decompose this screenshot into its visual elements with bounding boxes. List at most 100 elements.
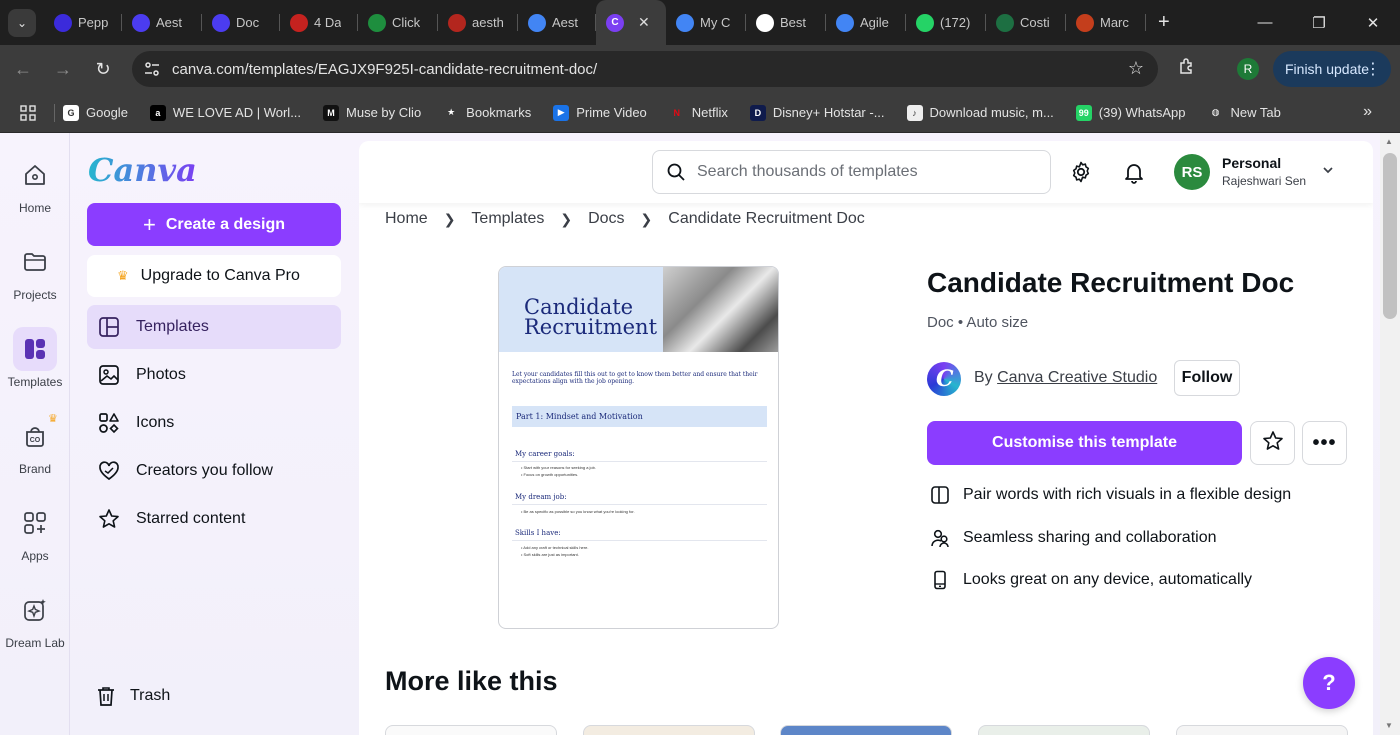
close-window-button[interactable]: ✕ bbox=[1346, 0, 1400, 45]
bookmark-item[interactable]: D Disney+ Hotstar -... bbox=[749, 104, 885, 121]
template-title: Candidate Recruitment Doc bbox=[927, 267, 1295, 298]
related-template-thumb[interactable] bbox=[583, 725, 755, 735]
avatar[interactable]: RS bbox=[1174, 154, 1210, 190]
browser-tab[interactable]: Aest bbox=[122, 0, 202, 45]
related-template-thumb[interactable] bbox=[780, 725, 952, 735]
creator-logo[interactable] bbox=[927, 362, 961, 396]
finish-update-button[interactable]: Finish update ⋮ bbox=[1273, 51, 1391, 87]
back-button[interactable]: ← bbox=[6, 52, 40, 86]
site-settings-icon[interactable] bbox=[142, 59, 162, 79]
rail-item-apps[interactable]: Apps bbox=[0, 501, 70, 563]
bookmark-item[interactable]: a WE LOVE AD | Worl... bbox=[149, 104, 301, 121]
breadcrumb-docs[interactable]: Docs bbox=[588, 210, 624, 228]
browser-tab[interactable]: 4 Da bbox=[280, 0, 358, 45]
rail-item-brand[interactable]: CO ♛ Brand bbox=[0, 413, 70, 476]
browser-tab[interactable]: Aest bbox=[518, 0, 596, 45]
help-button[interactable]: ? bbox=[1303, 657, 1355, 709]
sidebar-item-trash[interactable]: Trash bbox=[94, 684, 170, 708]
bookmark-star-icon[interactable]: ☆ bbox=[1128, 58, 1144, 79]
rail-item-templates[interactable]: Templates bbox=[0, 327, 70, 389]
chrome-menu-icon[interactable]: ⋮ bbox=[1365, 59, 1381, 79]
new-tab-button[interactable]: + bbox=[1158, 11, 1170, 34]
gear-icon[interactable] bbox=[1069, 160, 1093, 189]
tab-search-chevron-icon[interactable]: ⌄ bbox=[8, 8, 36, 37]
feature-item: Pair words with rich visuals in a flexib… bbox=[929, 484, 1291, 506]
sidebar-item-icons[interactable]: Icons bbox=[87, 401, 341, 445]
star-template-button[interactable] bbox=[1250, 421, 1295, 465]
sidebar-item-starred[interactable]: Starred content bbox=[87, 497, 341, 541]
preview-divider bbox=[512, 540, 767, 541]
powerpoint-icon bbox=[1076, 13, 1094, 32]
rail-item-projects[interactable]: Projects bbox=[0, 240, 70, 302]
bell-icon[interactable] bbox=[1122, 160, 1146, 189]
browser-tab-label: Agile bbox=[860, 15, 889, 30]
follow-button[interactable]: Follow bbox=[1174, 360, 1240, 396]
forward-button[interactable]: → bbox=[46, 52, 80, 86]
browser-tab[interactable]: Click bbox=[358, 0, 438, 45]
whatsapp-icon: 99 bbox=[1075, 104, 1092, 121]
browser-tab[interactable]: aesth bbox=[438, 0, 518, 45]
preview-divider bbox=[512, 504, 767, 505]
close-tab-icon[interactable]: ✕ bbox=[638, 14, 650, 31]
related-template-thumb[interactable] bbox=[978, 725, 1150, 735]
browser-tab[interactable]: My C bbox=[666, 0, 746, 45]
search-box[interactable] bbox=[652, 150, 1051, 194]
bookmark-item[interactable]: M Muse by Clio bbox=[323, 104, 421, 121]
browser-tab[interactable]: Agile bbox=[826, 0, 906, 45]
scroll-down-icon[interactable]: ▼ bbox=[1385, 721, 1393, 730]
feature-item: Seamless sharing and collaboration bbox=[929, 527, 1216, 549]
browser-tab[interactable]: Costi bbox=[986, 0, 1066, 45]
bookmark-item[interactable]: ▶ Prime Video bbox=[553, 104, 647, 121]
bookmark-item[interactable]: G Google bbox=[63, 104, 128, 121]
browser-tab[interactable]: Doc bbox=[202, 0, 280, 45]
bookmark-label: Download music, m... bbox=[929, 105, 1054, 120]
sidebar-item-templates[interactable]: Templates bbox=[87, 305, 341, 349]
scroll-up-icon[interactable]: ▲ bbox=[1385, 137, 1393, 146]
rail-item-dream-lab[interactable]: Dream Lab bbox=[0, 588, 70, 650]
template-preview[interactable]: Candidate Recruitment Let your candidate… bbox=[498, 266, 779, 629]
browser-tab[interactable]: Marc bbox=[1066, 0, 1146, 45]
rail-item-home[interactable]: Home bbox=[0, 153, 70, 215]
reload-button[interactable]: ↻ bbox=[86, 52, 120, 86]
related-template-thumb[interactable] bbox=[385, 725, 557, 735]
sidebar-item-photos[interactable]: Photos bbox=[87, 353, 341, 397]
more-bookmarks-icon[interactable]: » bbox=[1363, 103, 1372, 121]
rail-label: Brand bbox=[18, 462, 52, 476]
apps-grid-icon[interactable] bbox=[10, 104, 46, 121]
chevron-down-icon[interactable] bbox=[1321, 163, 1335, 182]
creator-link[interactable]: Canva Creative Studio bbox=[997, 369, 1157, 386]
weloveadd-icon: a bbox=[149, 104, 166, 121]
browser-tab[interactable]: C ✕ bbox=[596, 0, 666, 45]
browser-tab[interactable]: (172) bbox=[906, 0, 986, 45]
browser-tab[interactable]: Best bbox=[746, 0, 826, 45]
omnibox[interactable]: canva.com/templates/EAGJX9F925I-candidat… bbox=[132, 51, 1158, 87]
restore-button[interactable]: ❐ bbox=[1292, 0, 1346, 45]
extensions-icon[interactable] bbox=[1178, 57, 1196, 80]
create-design-button[interactable]: + Create a design bbox=[87, 203, 341, 246]
bookmark-item[interactable]: 99 (39) WhatsApp bbox=[1075, 104, 1186, 121]
excel-icon bbox=[996, 13, 1014, 32]
bookmark-item[interactable]: N Netflix bbox=[669, 105, 728, 121]
upgrade-pro-button[interactable]: ♛ Upgrade to Canva Pro bbox=[87, 255, 341, 297]
browser-tab-label: Marc bbox=[1100, 15, 1129, 30]
browser-tab[interactable]: Pepp bbox=[44, 0, 122, 45]
related-template-thumb[interactable] bbox=[1176, 725, 1348, 735]
customise-template-button[interactable]: Customise this template bbox=[927, 421, 1242, 465]
account-switcher[interactable]: Personal Rajeshwari Sen bbox=[1222, 155, 1306, 188]
bookmark-item[interactable]: ◍ New Tab bbox=[1208, 105, 1281, 121]
url-text[interactable]: canva.com/templates/EAGJX9F925I-candidat… bbox=[172, 61, 597, 78]
bookmark-label: New Tab bbox=[1230, 105, 1281, 120]
breadcrumb-templates[interactable]: Templates bbox=[471, 210, 544, 228]
breadcrumb-home[interactable]: Home bbox=[385, 210, 428, 228]
plus-icon: + bbox=[142, 211, 156, 237]
minimize-button[interactable]: — bbox=[1238, 0, 1292, 45]
profile-avatar[interactable]: R bbox=[1237, 58, 1259, 80]
sidebar-item-creators[interactable]: Creators you follow bbox=[87, 449, 341, 493]
canva-logo[interactable]: Canva bbox=[88, 151, 197, 189]
scrollbar-thumb[interactable] bbox=[1383, 153, 1397, 319]
bookmark-item[interactable]: ★ Bookmarks bbox=[443, 105, 531, 121]
bookmark-item[interactable]: ♪ Download music, m... bbox=[906, 104, 1054, 121]
search-input[interactable] bbox=[697, 163, 1027, 181]
more-options-button[interactable]: ••• bbox=[1302, 421, 1347, 465]
page-scrollbar[interactable]: ▲ ▼ bbox=[1380, 133, 1400, 735]
